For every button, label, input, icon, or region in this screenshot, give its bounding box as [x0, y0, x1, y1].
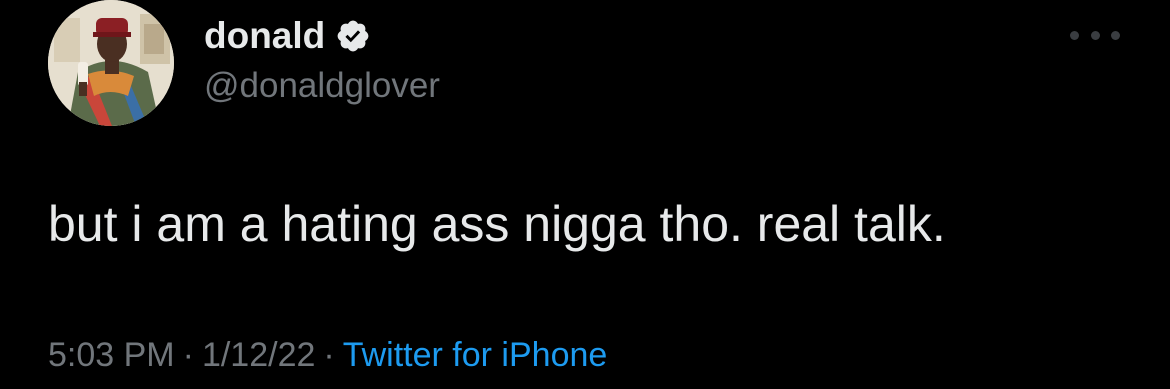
tweet-text: but i am a hating ass nigga tho. real ta…: [48, 196, 946, 252]
avatar[interactable]: [48, 0, 174, 126]
more-dot: [1111, 30, 1120, 40]
verified-badge-icon: [337, 20, 369, 52]
display-name[interactable]: donald: [204, 12, 325, 60]
more-dot: [1070, 30, 1079, 40]
author-handle[interactable]: @donaldglover: [204, 64, 440, 108]
tweet-source-link[interactable]: Twitter for iPhone: [343, 336, 608, 374]
meta-separator: ·: [323, 336, 335, 374]
more-options-icon[interactable]: [1070, 22, 1120, 48]
tweet-date[interactable]: 1/12/22: [202, 336, 315, 374]
author-name-row[interactable]: donald: [204, 12, 371, 60]
tweet-card: donald @donaldglover but i am a hating a…: [0, 0, 1170, 389]
avatar-image: [48, 0, 174, 126]
more-dot: [1090, 30, 1100, 40]
meta-separator: ·: [182, 336, 194, 374]
tweet-meta: 5:03 PM · 1/12/22 · Twitter for iPhone: [48, 331, 607, 379]
tweet-time[interactable]: 5:03 PM: [48, 336, 175, 374]
